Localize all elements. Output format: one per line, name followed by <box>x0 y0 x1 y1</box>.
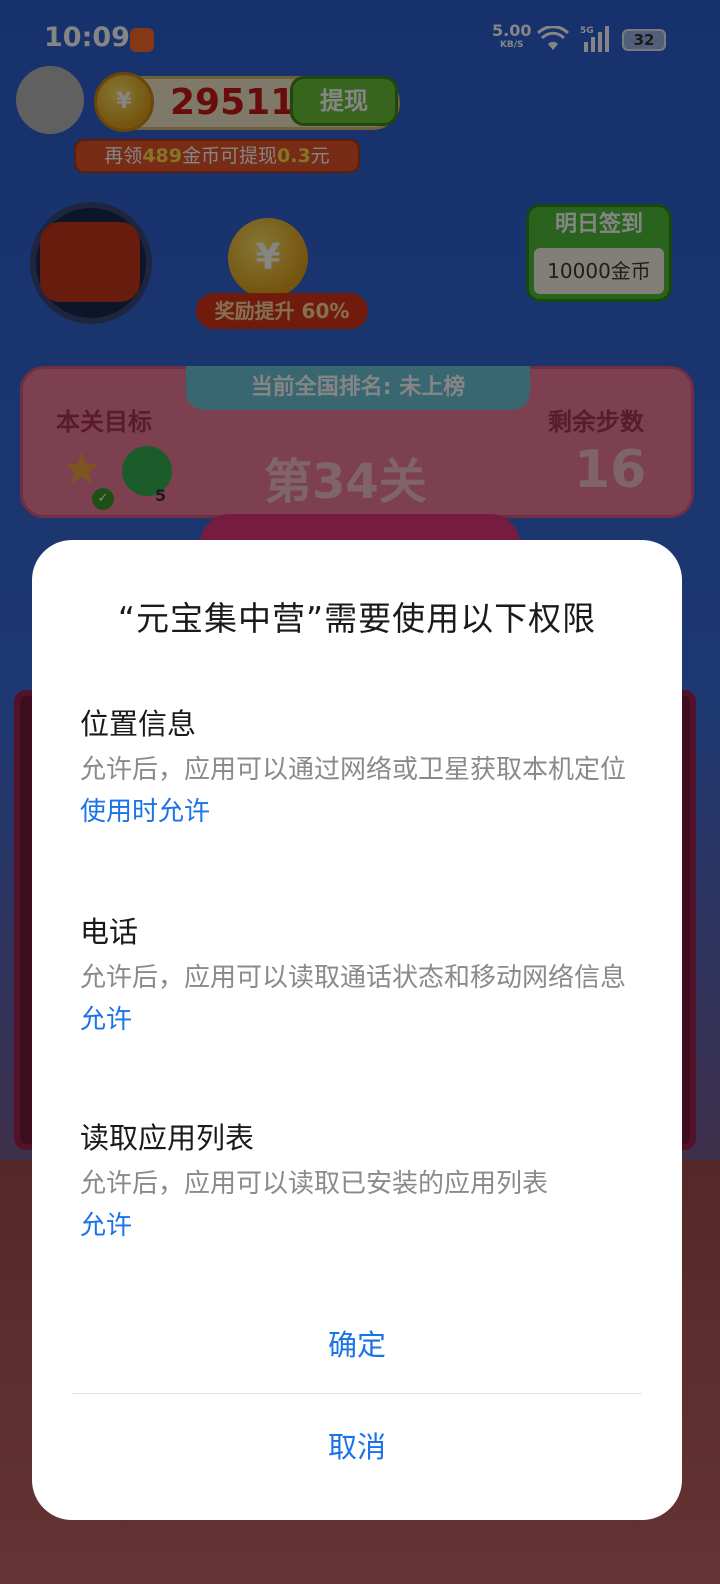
permission-status-link[interactable]: 使用时允许 <box>80 790 640 834</box>
permission-app-list: 读取应用列表 允许后，应用可以读取已安装的应用列表 允许 <box>80 1118 640 1248</box>
confirm-button[interactable]: 确定 <box>32 1310 682 1380</box>
permission-status-link[interactable]: 允许 <box>80 1204 640 1248</box>
permission-name: 位置信息 <box>80 707 197 741</box>
permission-location: 位置信息 允许后，应用可以通过网络或卫星获取本机定位 使用时允许 <box>80 704 640 834</box>
permission-name: 读取应用列表 <box>80 1121 255 1155</box>
permission-description: 允许后，应用可以通过网络或卫星获取本机定位 <box>80 755 627 785</box>
permission-status-link[interactable]: 允许 <box>80 998 640 1042</box>
divider <box>72 1393 642 1394</box>
permission-dialog: “元宝集中营”需要使用以下权限 位置信息 允许后，应用可以通过网络或卫星获取本机… <box>32 540 682 1520</box>
permission-description: 允许后，应用可以读取已安装的应用列表 <box>80 1169 549 1199</box>
permission-phone: 电话 允许后，应用可以读取通话状态和移动网络信息 允许 <box>80 912 640 1042</box>
permission-name: 电话 <box>80 915 139 949</box>
cancel-button[interactable]: 取消 <box>32 1412 682 1482</box>
dialog-title: “元宝集中营”需要使用以下权限 <box>117 599 597 638</box>
permission-description: 允许后，应用可以读取通话状态和移动网络信息 <box>80 963 627 993</box>
